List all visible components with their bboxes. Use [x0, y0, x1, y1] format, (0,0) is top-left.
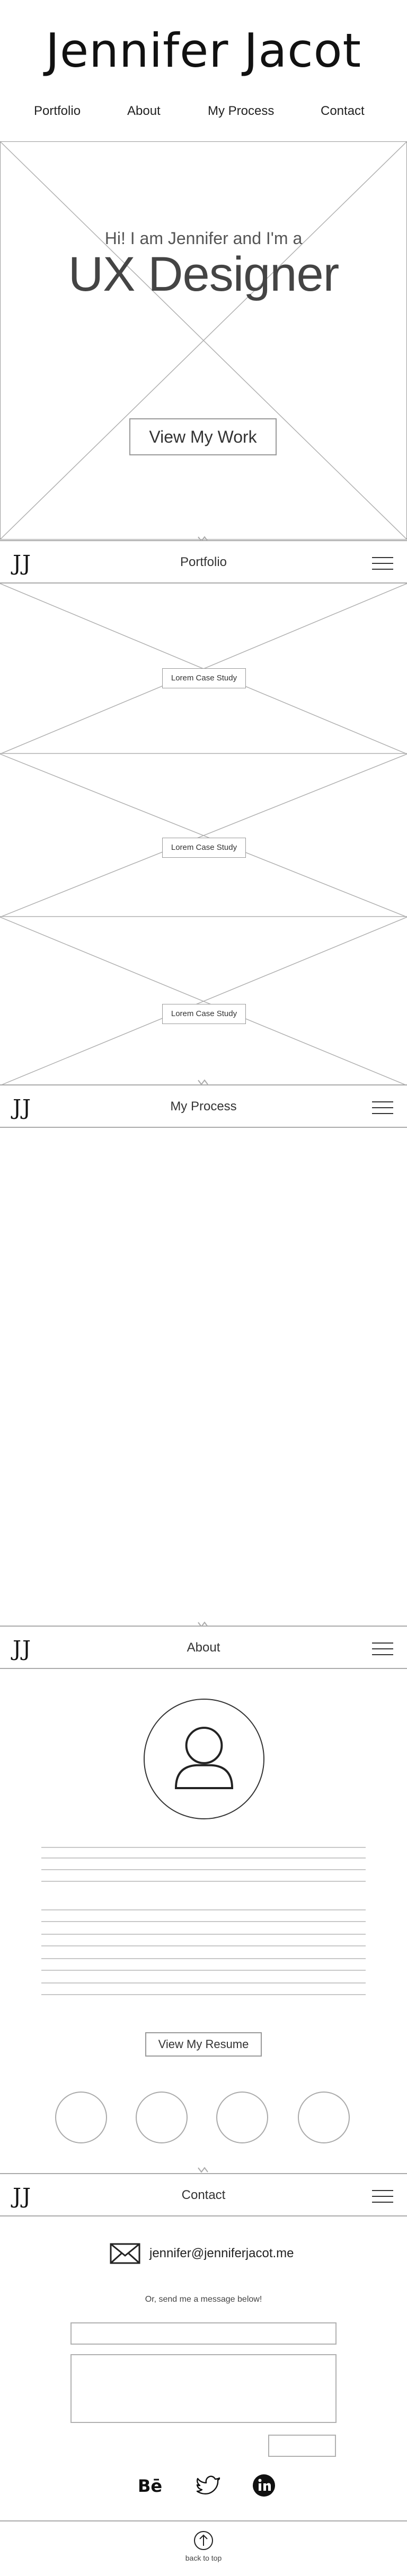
case-study-label[interactable]: Lorem Case Study	[162, 838, 246, 858]
view-my-work-button[interactable]: View My Work	[129, 418, 277, 455]
menu-icon[interactable]	[372, 1642, 393, 1655]
nav-link-portfolio[interactable]: Portfolio	[34, 104, 81, 119]
contact-section-bar: JJ Contact	[0, 2173, 407, 2216]
site-title: Jennifer Jacot	[46, 23, 361, 78]
view-my-resume-button[interactable]: View My Resume	[145, 2032, 262, 2057]
linkedin-icon[interactable]	[252, 2474, 276, 2497]
portfolio-section-bar: JJ Portfolio	[0, 540, 407, 584]
menu-icon[interactable]	[372, 2190, 393, 2203]
mail-icon[interactable]	[110, 2243, 140, 2264]
behance-icon[interactable]: Bē	[138, 2476, 167, 2495]
case-study-card[interactable]: Lorem Case Study	[0, 584, 407, 754]
name-input[interactable]	[70, 2322, 337, 2345]
process-content	[0, 1128, 407, 1626]
section-title-about: About	[187, 1640, 220, 1655]
user-icon	[174, 1727, 234, 1789]
nav-link-my-process[interactable]: My Process	[208, 104, 274, 119]
circle-placeholder[interactable]	[216, 2092, 268, 2143]
contact-prompt: Or, send me a message below!	[145, 2295, 262, 2304]
case-study-label[interactable]: Lorem Case Study	[162, 668, 246, 688]
avatar	[144, 1699, 264, 1819]
hero-role: UX Designer	[68, 247, 340, 301]
case-study-card[interactable]: Lorem Case Study	[0, 754, 407, 917]
hero-image-placeholder	[0, 141, 407, 540]
placeholder-cross	[1, 142, 406, 539]
case-study-card[interactable]: Lorem Case Study	[0, 917, 407, 1085]
top-navigation: Portfolio About My Process Contact	[0, 104, 407, 120]
twitter-icon[interactable]	[196, 2474, 222, 2497]
circle-placeholder[interactable]	[55, 2092, 107, 2143]
circle-placeholder[interactable]	[136, 2092, 188, 2143]
nav-link-about[interactable]: About	[127, 104, 161, 119]
about-section-bar: JJ About	[0, 1626, 407, 1669]
case-study-image-placeholder	[0, 754, 407, 917]
back-to-top-link[interactable]: back to top	[0, 2554, 407, 2562]
contact-email[interactable]: jennifer@jenniferjacot.me	[149, 2246, 294, 2261]
hero-intro: Hi! I am Jennifer and I'm a	[104, 229, 303, 248]
arrow-up-icon[interactable]	[193, 2530, 214, 2551]
circle-placeholder[interactable]	[298, 2092, 350, 2143]
footer-divider	[0, 2520, 407, 2521]
case-study-label[interactable]: Lorem Case Study	[162, 1004, 246, 1024]
section-title-portfolio: Portfolio	[180, 555, 227, 569]
message-textarea[interactable]	[70, 2354, 337, 2423]
section-title-process: My Process	[170, 1099, 237, 1114]
menu-icon[interactable]	[372, 557, 393, 570]
svg-text:Bē: Bē	[138, 2476, 162, 2495]
process-section-bar: JJ My Process	[0, 1084, 407, 1128]
send-button[interactable]	[268, 2435, 336, 2457]
section-title-contact: Contact	[181, 2188, 226, 2202]
menu-icon[interactable]	[372, 1101, 393, 1114]
nav-link-contact[interactable]: Contact	[321, 104, 365, 119]
case-study-image-placeholder	[0, 917, 407, 1085]
